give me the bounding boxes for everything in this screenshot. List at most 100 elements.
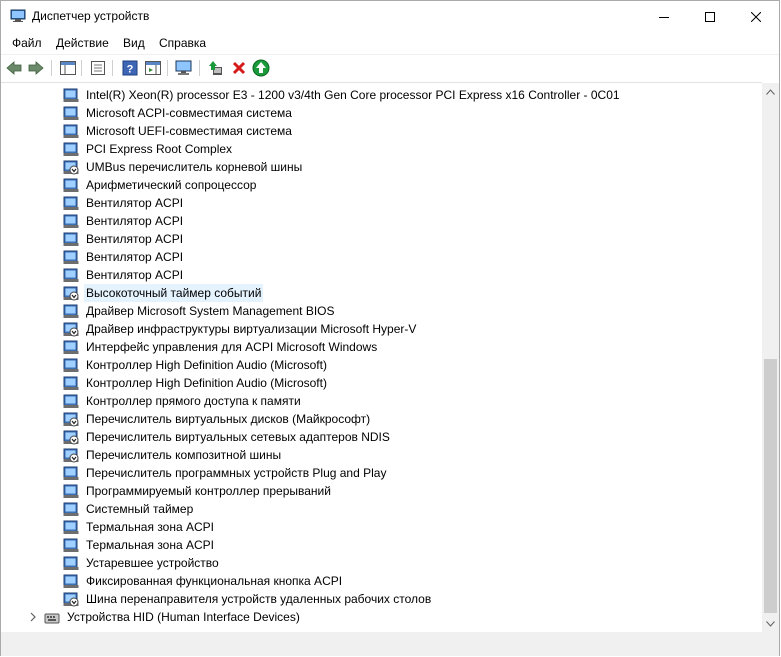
tree-item-label: Microsoft UEFI-совместимая система — [86, 124, 292, 138]
tree-item[interactable]: Арифметический сопроцессор — [63, 176, 258, 194]
system-device-icon — [63, 106, 79, 120]
tree-item[interactable]: Контроллер High Definition Audio (Micros… — [63, 374, 329, 392]
system-device-warn-icon — [63, 286, 79, 301]
tree-item[interactable]: Intel(R) Xeon(R) processor E3 - 1200 v3/… — [63, 86, 622, 104]
tree-item[interactable]: Драйвер инфраструктуры виртуализации Mic… — [63, 320, 418, 338]
title-bar[interactable]: Диспетчер устройств — [1, 1, 779, 32]
show-hide-console-tree-button[interactable] — [59, 59, 77, 77]
tree-item[interactable]: Вентилятор ACPI — [63, 248, 185, 266]
minimize-button[interactable] — [641, 1, 687, 32]
horizontal-scrollbar[interactable] — [1, 632, 779, 649]
tree-item[interactable]: Перечислитель композитной шины — [63, 446, 283, 464]
enable-device-button[interactable] — [252, 59, 270, 77]
help-button[interactable]: ? — [121, 59, 139, 77]
tree-item[interactable]: Вентилятор ACPI — [63, 194, 185, 212]
menu-view[interactable]: Вид — [123, 36, 145, 50]
tree-item[interactable]: Термальная зона ACPI — [63, 536, 216, 554]
system-device-icon — [63, 358, 79, 372]
chevron-down-icon — [766, 620, 775, 627]
device-manager-window: Диспетчер устройств Файл Действие Вид Сп… — [0, 0, 780, 656]
tree-item[interactable]: Термальная зона ACPI — [63, 518, 216, 536]
tree-item-label: Вентилятор ACPI — [86, 250, 184, 264]
chevron-right-icon[interactable] — [28, 612, 38, 622]
hid-device-icon — [44, 613, 60, 624]
scroll-up-button[interactable] — [762, 83, 779, 100]
tree-item-label: Microsoft ACPI-совместимая система — [86, 106, 292, 120]
tree-item[interactable]: Устаревшее устройство — [63, 554, 221, 572]
tree-item[interactable]: Системный таймер — [63, 500, 195, 518]
tree-item-label: Вентилятор ACPI — [86, 268, 184, 282]
green-up-arrow-icon — [252, 59, 270, 77]
forward-button[interactable] — [27, 59, 45, 77]
help-icon: ? — [122, 60, 138, 76]
tree-item-label: Вентилятор ACPI — [86, 214, 184, 228]
tree-item[interactable]: Вентилятор ACPI — [63, 212, 185, 230]
system-device-warn-icon — [63, 430, 79, 445]
toolbar: ? — [1, 54, 779, 81]
back-arrow-icon — [6, 61, 22, 75]
vertical-scrollbar[interactable] — [762, 83, 779, 632]
tree-item-label: Термальная зона ACPI — [86, 520, 214, 534]
tree-item-label: Вентилятор ACPI — [86, 232, 184, 246]
tree-item-label: Системный таймер — [86, 502, 194, 516]
tree-item[interactable]: Вентилятор ACPI — [63, 230, 185, 248]
tree-item[interactable]: Контроллер прямого доступа к памяти — [63, 392, 303, 410]
maximize-icon — [705, 11, 715, 22]
device-tree[interactable]: Intel(R) Xeon(R) processor E3 - 1200 v3/… — [1, 82, 762, 632]
properties-button[interactable] — [89, 59, 107, 77]
tree-item[interactable]: Драйвер Microsoft System Management BIOS — [63, 302, 337, 320]
tree-item[interactable]: Microsoft UEFI-совместимая система — [63, 122, 294, 140]
tree-item[interactable]: Шина перенаправителя устройств удаленных… — [63, 590, 433, 608]
tree-item[interactable]: PCI Express Root Complex — [63, 140, 234, 158]
menu-action[interactable]: Действие — [56, 36, 109, 50]
menu-file[interactable]: Файл — [12, 36, 42, 50]
tree-item-label: Термальная зона ACPI — [86, 538, 214, 552]
scroll-down-button[interactable] — [762, 615, 779, 632]
maximize-button[interactable] — [687, 1, 733, 32]
close-button[interactable] — [733, 1, 779, 32]
tree-item-label: Контроллер прямого доступа к памяти — [86, 394, 301, 408]
tree-item-label: Интерфейс управления для ACPI Microsoft … — [86, 340, 378, 354]
system-device-warn-icon — [63, 160, 79, 175]
action-pane-icon — [145, 61, 161, 75]
uninstall-device-button[interactable] — [230, 59, 248, 77]
svg-text:?: ? — [127, 64, 134, 76]
tree-item[interactable]: Контроллер High Definition Audio (Micros… — [63, 356, 329, 374]
system-device-icon — [63, 340, 79, 354]
device-manager-app-icon — [10, 9, 26, 22]
tree-item[interactable]: Программируемый контроллер прерываний — [63, 482, 333, 500]
toolbar-separator — [51, 60, 52, 76]
tree-item-label: Вентилятор ACPI — [86, 196, 184, 210]
tree-item[interactable]: Перечислитель программных устройств Plug… — [63, 464, 388, 482]
tree-item[interactable]: Перечислитель виртуальных сетевых адапте… — [63, 428, 392, 446]
tree-item[interactable]: UMBus перечислитель корневой шины — [63, 158, 304, 176]
system-device-icon — [63, 538, 79, 552]
system-device-icon — [63, 250, 79, 264]
back-button[interactable] — [5, 59, 23, 77]
tree-item[interactable]: Фиксированная функциональная кнопка ACPI — [63, 572, 344, 590]
tree-category-hid[interactable]: Устройства HID (Human Interface Devices) — [44, 608, 302, 626]
toolbar-separator — [167, 60, 168, 76]
tree-item-label: Устаревшее устройство — [86, 556, 219, 570]
system-device-warn-icon — [63, 448, 79, 463]
menu-help[interactable]: Справка — [159, 36, 206, 50]
tree-item-label: Перечислитель виртуальных сетевых адапте… — [86, 430, 390, 444]
scan-hardware-button[interactable] — [175, 59, 193, 77]
tree-item[interactable]: Microsoft ACPI-совместимая система — [63, 104, 294, 122]
tree-item[interactable]: Интерфейс управления для ACPI Microsoft … — [63, 338, 379, 356]
system-device-icon — [63, 376, 79, 390]
tree-item-label: Драйвер Microsoft System Management BIOS — [86, 304, 335, 318]
tree-item-label: Перечислитель композитной шины — [86, 448, 282, 462]
menu-bar: Файл Действие Вид Справка — [1, 33, 779, 53]
tree-item-label: Перечислитель программных устройств Plug… — [86, 466, 387, 480]
system-device-icon — [63, 88, 79, 102]
tree-item[interactable]: Вентилятор ACPI — [63, 266, 185, 284]
tree-category-label: Устройства HID (Human Interface Devices) — [67, 610, 300, 624]
action-pane-button[interactable] — [144, 59, 162, 77]
tree-item[interactable]: Высокоточный таймер событий — [63, 284, 264, 302]
scroll-thumb[interactable] — [764, 359, 777, 613]
tree-item[interactable]: Перечислитель виртуальных дисков (Майкро… — [63, 410, 372, 428]
tree-item-label: PCI Express Root Complex — [86, 142, 233, 156]
tree-item-label: Перечислитель виртуальных дисков (Майкро… — [86, 412, 371, 426]
update-driver-button[interactable] — [207, 59, 225, 77]
